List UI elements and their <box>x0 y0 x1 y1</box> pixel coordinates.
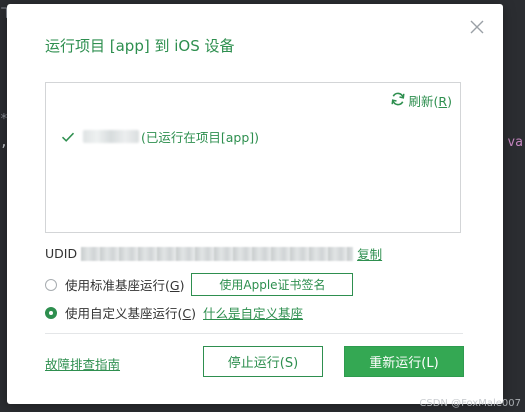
close-icon[interactable] <box>468 18 486 36</box>
udid-value-redacted <box>81 246 354 261</box>
custom-base-help-link[interactable]: 什么是自定义基座 <box>203 303 303 322</box>
device-list-panel: 刷新(R) (已运行在项目[app]) <box>45 82 461 233</box>
custom-base-label[interactable]: 使用自定义基座运行(C) <box>65 303 196 322</box>
device-status: (已运行在项目[app]) <box>141 130 260 145</box>
troubleshooting-guide-link[interactable]: 故障排查指南 <box>45 354 120 373</box>
device-list-item[interactable]: (已运行在项目[app]) <box>61 127 259 146</box>
refresh-icon <box>390 91 406 110</box>
refresh-label: 刷新( <box>408 94 439 109</box>
refresh-label-close: ) <box>447 94 452 109</box>
udid-row: UDID 复制 <box>45 244 382 263</box>
check-icon <box>61 131 75 143</box>
run-to-ios-dialog: 运行项目 [app] 到 iOS 设备 刷新(R) (已运行在项目[app]) … <box>7 4 503 404</box>
custom-base-radio[interactable] <box>45 306 57 319</box>
standard-base-radio[interactable] <box>45 278 57 291</box>
standard-base-label[interactable]: 使用标准基座运行(G) <box>65 275 184 294</box>
divider <box>45 333 463 334</box>
standard-base-option: 使用标准基座运行(G) 使用Apple证书签名 <box>45 273 354 296</box>
apple-cert-sign-button[interactable]: 使用Apple证书签名 <box>191 273 354 296</box>
watermark: CSDN @FoxMale007 <box>419 398 521 409</box>
udid-label: UDID <box>45 246 78 261</box>
rerun-button[interactable]: 重新运行(L) <box>344 346 464 377</box>
refresh-shortcut: R <box>438 94 448 109</box>
dialog-title: 运行项目 [app] 到 iOS 设备 <box>45 37 235 55</box>
copy-udid-link[interactable]: 复制 <box>357 244 382 263</box>
stop-run-button[interactable]: 停止运行(S) <box>203 346 323 377</box>
refresh-button[interactable]: 刷新(R) <box>390 91 452 110</box>
custom-base-option: 使用自定义基座运行(C) 什么是自定义基座 <box>45 303 303 322</box>
device-name-redacted <box>83 130 139 143</box>
